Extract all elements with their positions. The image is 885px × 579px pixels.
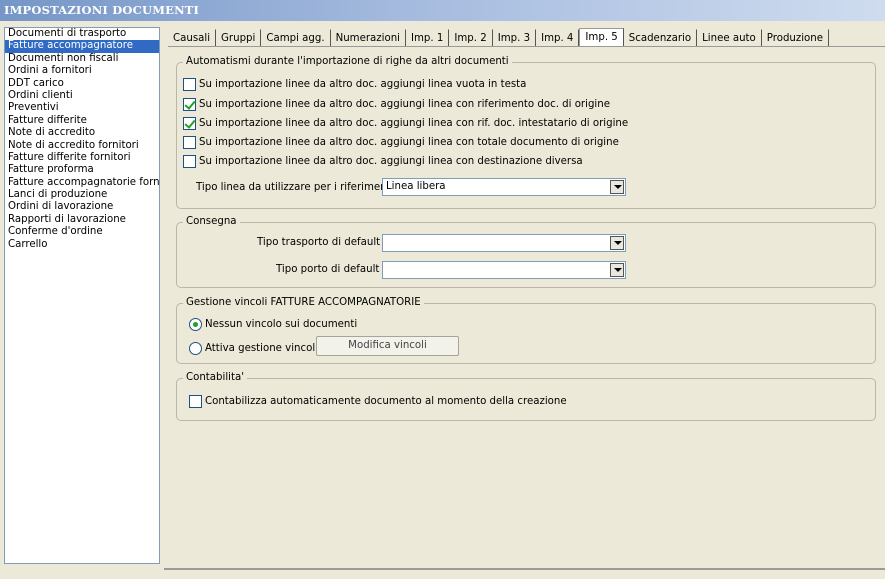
document-list-item[interactable]: Lanci di produzione [5, 189, 159, 201]
option-label: Su importazione linee da altro doc. aggi… [199, 98, 610, 110]
port-type-select[interactable] [382, 261, 626, 279]
radio-label: Attiva gestione vincoli [205, 342, 318, 354]
tab-campi-agg[interactable]: Campi agg. [261, 29, 331, 47]
tab-numerazioni[interactable]: Numerazioni [331, 29, 406, 47]
option-origin-doc-reference[interactable]: Su importazione linee da altro doc. aggi… [183, 97, 610, 111]
document-list-item[interactable]: Fatture differite [5, 115, 159, 127]
option-origin-total[interactable]: Su importazione linee da altro doc. aggi… [183, 135, 619, 149]
radio-no-constraints[interactable]: Nessun vincolo sui documenti [189, 317, 357, 331]
vincoli-legend: Gestione vincoli FATTURE ACCOMPAGNATORIE [183, 297, 424, 308]
automatismi-legend: Automatismi durante l'importazione di ri… [183, 56, 512, 67]
radio-button[interactable] [189, 341, 202, 355]
contabilita-legend: Contabilita' [183, 372, 248, 383]
tab-imp-4[interactable]: Imp. 4 [536, 29, 580, 47]
modify-constraints-button[interactable]: Modifica vincoli [316, 336, 459, 356]
option-auto-accounting[interactable]: Contabilizza automaticamente documento a… [189, 394, 567, 408]
document-list-item[interactable]: Documenti non fiscali [5, 53, 159, 65]
document-list-item[interactable]: Conferme d'ordine [5, 226, 159, 238]
checkbox[interactable] [183, 97, 196, 111]
radio-label: Nessun vincolo sui documenti [205, 318, 358, 330]
document-list-item[interactable]: Note di accredito [5, 127, 159, 139]
line-type-select[interactable]: Linea libera [382, 178, 626, 196]
option-label: Su importazione linee da altro doc. aggi… [199, 78, 527, 90]
tab-imp-5[interactable]: Imp. 5 [579, 28, 624, 47]
checkbox[interactable] [189, 394, 202, 408]
window-title: IMPOSTAZIONI DOCUMENTI [0, 0, 885, 21]
bottom-divider [164, 568, 885, 570]
document-type-list[interactable]: Documenti di trasporto Fatture accompagna… [4, 27, 160, 564]
chevron-down-icon[interactable] [610, 263, 624, 277]
tab-produzione[interactable]: Produzione [762, 29, 830, 47]
checkbox[interactable] [183, 77, 196, 91]
radio-enable-constraints[interactable]: Attiva gestione vincoli [189, 341, 318, 355]
document-list-item[interactable]: Ordini a fornitori [5, 65, 159, 77]
tab-imp-1[interactable]: Imp. 1 [406, 29, 450, 47]
document-list-item[interactable]: Note di accredito fornitori [5, 140, 159, 152]
tab-scadenzario[interactable]: Scadenzario [624, 29, 698, 47]
radio-button[interactable] [189, 317, 202, 331]
checkbox[interactable] [183, 116, 196, 130]
transport-type-select[interactable] [382, 234, 626, 252]
tab-linee-auto[interactable]: Linee auto [697, 29, 762, 47]
option-empty-line-header[interactable]: Su importazione linee da altro doc. aggi… [183, 77, 526, 91]
option-label: Su importazione linee da altro doc. aggi… [199, 136, 619, 148]
port-type-label: Tipo porto di default : [276, 264, 387, 275]
chevron-down-icon[interactable] [610, 180, 624, 194]
option-label: Su importazione linee da altro doc. aggi… [199, 155, 583, 167]
checkbox[interactable] [183, 135, 196, 149]
document-list-item[interactable]: DDT carico [5, 78, 159, 90]
document-list-item[interactable]: Fatture accompagnatore [5, 40, 159, 53]
consegna-legend: Consegna [183, 216, 240, 227]
line-type-label: Tipo linea da utilizzare per i riferimen… [196, 182, 401, 193]
transport-type-label: Tipo trasporto di default : [257, 237, 387, 248]
option-different-destination[interactable]: Su importazione linee da altro doc. aggi… [183, 154, 583, 168]
document-list-item[interactable]: Preventivi [5, 102, 159, 114]
tab-divider [168, 46, 885, 47]
option-origin-holder-reference[interactable]: Su importazione linee da altro doc. aggi… [183, 116, 628, 130]
line-type-value: Linea libera [386, 181, 446, 192]
settings-tabs: Causali Gruppi Campi agg. Numerazioni Imp. 1… [168, 28, 830, 47]
document-list-item[interactable]: Ordini clienti [5, 90, 159, 102]
checkbox[interactable] [183, 154, 196, 168]
tab-gruppi[interactable]: Gruppi [216, 29, 262, 47]
document-list-item[interactable]: Documenti di trasporto [5, 28, 159, 40]
document-list-item[interactable]: Carrello [5, 239, 159, 251]
tab-imp-3[interactable]: Imp. 3 [493, 29, 537, 47]
document-list-item[interactable]: Fatture proforma [5, 164, 159, 176]
document-list-item[interactable]: Fatture accompagnatorie fornito [5, 177, 159, 189]
option-label: Contabilizza automaticamente documento a… [205, 395, 567, 407]
document-list-item[interactable]: Ordini di lavorazione [5, 201, 159, 213]
chevron-down-icon[interactable] [610, 236, 624, 250]
document-list-item[interactable]: Fatture differite fornitori [5, 152, 159, 164]
document-list-item[interactable]: Rapporti di lavorazione [5, 214, 159, 226]
tab-causali[interactable]: Causali [168, 29, 217, 47]
tab-imp-2[interactable]: Imp. 2 [449, 29, 493, 47]
option-label: Su importazione linee da altro doc. aggi… [199, 117, 629, 129]
